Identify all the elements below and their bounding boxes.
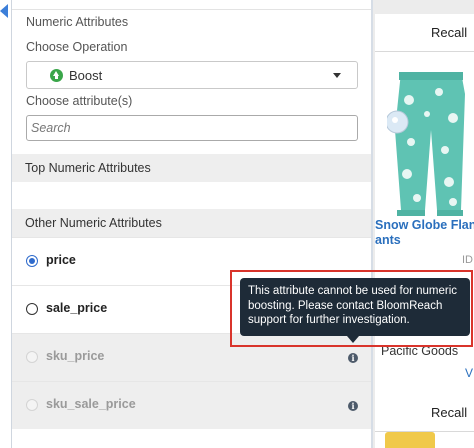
- product-card: Recall: [375, 394, 474, 448]
- operation-selected-value: Boost: [69, 68, 103, 83]
- recall-button[interactable]: Recall: [375, 14, 474, 52]
- arrow-up-circle-icon: [50, 69, 63, 82]
- attribute-filter-panel: Numeric Attributes Choose Operation Boos…: [0, 0, 373, 448]
- info-icon[interactable]: i: [348, 353, 358, 363]
- product-title-line-2: ants: [375, 233, 401, 247]
- choose-operation-label: Choose Operation: [26, 40, 128, 54]
- product-image: [387, 72, 465, 216]
- attribute-label-sku-sale-price: sku_sale_price: [46, 397, 136, 411]
- operation-select[interactable]: Boost: [26, 61, 358, 89]
- attribute-label-sale-price: sale_price: [46, 301, 108, 315]
- chevron-down-icon: [333, 73, 341, 78]
- divider: [12, 9, 371, 10]
- attribute-row-sku-sale-price: sku_sale_price i: [12, 381, 371, 429]
- top-numeric-attributes-header: Top Numeric Attributes: [12, 154, 371, 182]
- recall-button[interactable]: Recall: [375, 394, 474, 432]
- choose-attribute-label: Choose attribute(s): [26, 94, 133, 108]
- attribute-radio-sale-price[interactable]: [26, 303, 38, 315]
- product-id-label: ID: [462, 254, 473, 266]
- product-title-line-1: Snow Globe Flan: [375, 218, 474, 232]
- attribute-radio-sku-sale-price: [26, 399, 38, 411]
- other-numeric-attributes-header: Other Numeric Attributes: [12, 209, 371, 237]
- product-view-link[interactable]: V: [465, 366, 473, 380]
- attribute-label-sku-price: sku_price: [46, 349, 105, 363]
- attribute-label-price: price: [46, 253, 76, 267]
- recall-button-label: Recall: [431, 25, 468, 40]
- annotation-highlight-box: [230, 270, 473, 347]
- attribute-radio-price[interactable]: [26, 255, 38, 267]
- attribute-radio-sku-price: [26, 351, 38, 363]
- product-title-link[interactable]: Snow Globe Flan ants: [375, 218, 474, 248]
- attribute-search-input[interactable]: [26, 115, 358, 141]
- product-image: [385, 432, 435, 448]
- recall-button-label: Recall: [431, 405, 468, 420]
- numeric-attributes-heading: Numeric Attributes: [26, 15, 129, 29]
- info-icon[interactable]: i: [348, 401, 358, 411]
